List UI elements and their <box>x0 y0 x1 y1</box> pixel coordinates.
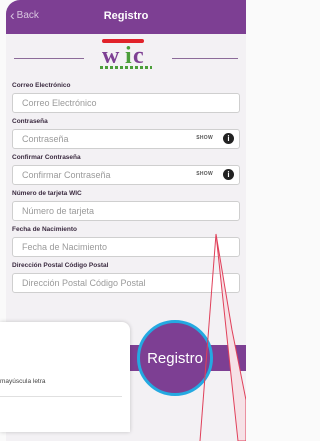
popup-divider <box>0 396 122 397</box>
email-field[interactable]: Correo Electrónico <box>12 93 240 113</box>
email-placeholder: Correo Electrónico <box>22 98 97 108</box>
wic-logo: w i c <box>6 34 246 74</box>
registration-form: Correo Electrónico Correo Electrónico Co… <box>12 82 240 298</box>
birth-date-placeholder: Fecha de Nacimiento <box>22 242 108 252</box>
wic-card-placeholder: Número de tarjeta <box>22 206 95 216</box>
wic-card-label: Número de tarjeta WIC <box>12 190 82 197</box>
postal-code-label: Dirección Postal Código Postal <box>12 262 109 269</box>
password-field[interactable]: Contraseña SHOW i <box>12 129 240 149</box>
birth-date-field[interactable]: Fecha de Nacimiento <box>12 237 240 257</box>
show-password-toggle[interactable]: SHOW <box>196 135 213 141</box>
register-button[interactable]: Registro <box>137 320 213 396</box>
info-icon[interactable]: i <box>223 169 234 180</box>
password-placeholder: Contraseña <box>22 134 69 144</box>
page-title: Registro <box>103 10 149 22</box>
info-icon[interactable]: i <box>223 133 234 144</box>
password-hint-text: mayúscula letra <box>0 378 46 385</box>
email-label: Correo Electrónico <box>12 82 71 89</box>
birth-date-label: Fecha de Nacimiento <box>12 226 78 233</box>
postal-code-placeholder: Dirección Postal Código Postal <box>22 278 146 288</box>
logo-underline <box>100 66 152 69</box>
wic-card-field[interactable]: Número de tarjeta <box>12 201 240 221</box>
header-bar: ‹ Back Registro <box>6 0 246 34</box>
confirm-password-label: Confirmar Contraseña <box>12 154 81 161</box>
postal-code-field[interactable]: Dirección Postal Código Postal <box>12 273 240 293</box>
show-confirm-password-toggle[interactable]: SHOW <box>196 171 213 177</box>
confirm-password-placeholder: Confirmar Contraseña <box>22 170 111 180</box>
password-hint-popup: mayúscula letra <box>0 322 130 432</box>
confirm-password-field[interactable]: Confirmar Contraseña SHOW i <box>12 165 240 185</box>
password-label: Contraseña <box>12 118 48 125</box>
